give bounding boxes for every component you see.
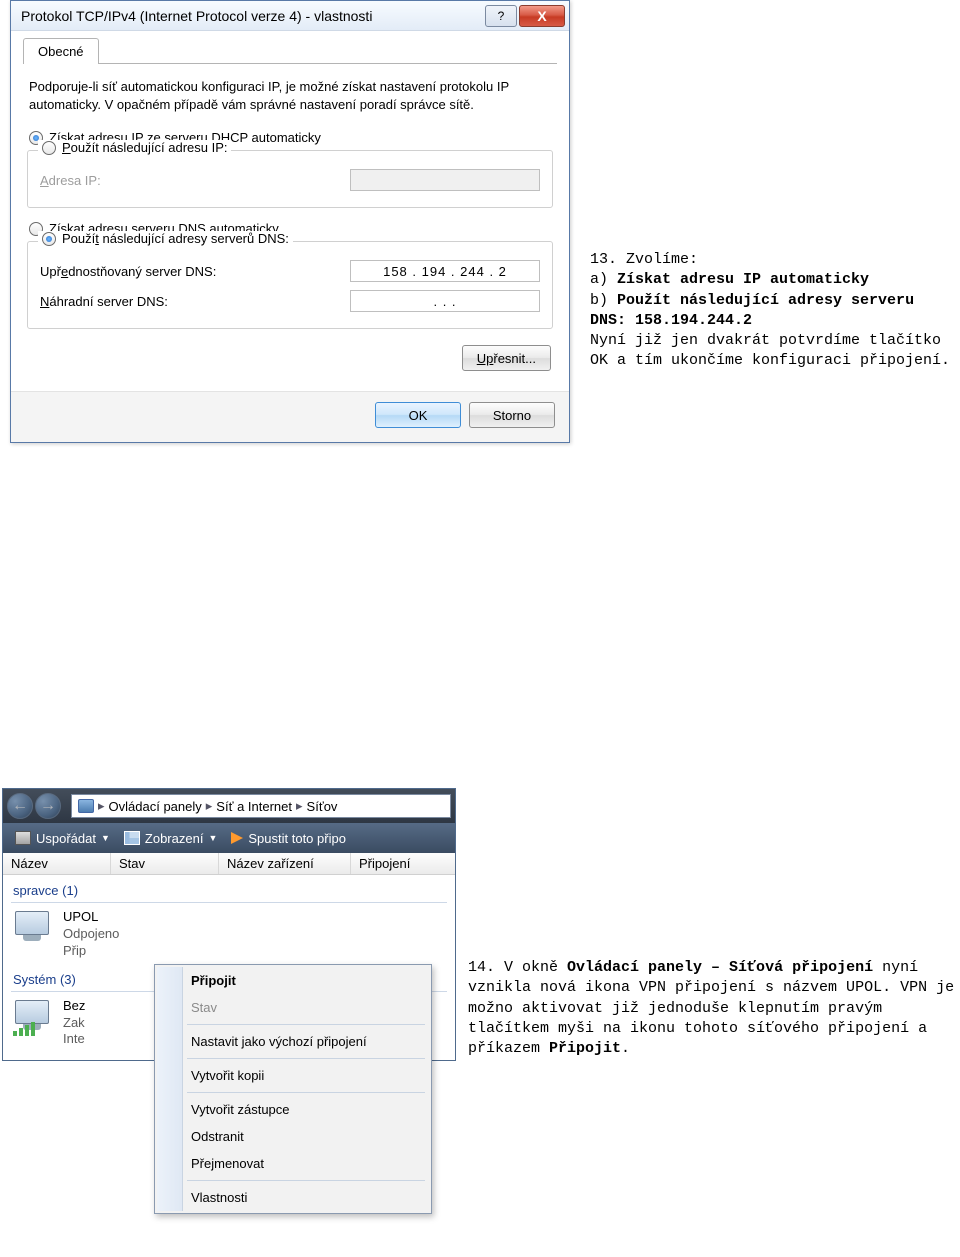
tcpip-properties-dialog: Protokol TCP/IPv4 (Internet Protocol ver… xyxy=(10,0,570,443)
menu-item-copy[interactable]: Vytvořit kopii xyxy=(157,1062,429,1089)
radio-ip-manual-label: Použít následující adresu IP: xyxy=(62,140,227,155)
organize-menu[interactable]: Uspořádat ▼ xyxy=(9,831,116,846)
radio-dns-manual-label: Použít následující adresy serverů DNS: xyxy=(62,231,289,246)
ip-address-label: Adresa IP: xyxy=(40,173,101,188)
menu-item-delete[interactable]: Odstranit xyxy=(157,1123,429,1150)
breadcrumb-part[interactable]: Ovládací panely xyxy=(109,799,202,814)
dns-alt-row: Náhradní server DNS: . . . xyxy=(38,286,542,316)
step-14-text: 14. V okně Ovládací panely – Síťová přip… xyxy=(468,958,958,1059)
dns-alt-label: Náhradní server DNS: xyxy=(40,294,168,309)
chevron-right-icon: ▸ xyxy=(296,798,303,814)
intro-text: Podporuje-li síť automatickou konfigurac… xyxy=(23,74,557,127)
menu-item-rename[interactable]: Přejmenovat xyxy=(157,1150,429,1177)
cancel-button[interactable]: Storno xyxy=(469,402,555,428)
menu-item-connect[interactable]: Připojit xyxy=(157,967,429,994)
start-connection-button[interactable]: Spustit toto připo xyxy=(225,831,352,846)
breadcrumb-part[interactable]: Síťov xyxy=(307,799,338,814)
menu-item-status: Stav xyxy=(157,994,429,1021)
explorer-toolbar: Uspořádat ▼ Zobrazení ▼ Spustit toto při… xyxy=(3,823,455,853)
tabs: Obecné xyxy=(23,37,557,64)
connection-type: Inte xyxy=(63,1031,85,1048)
ip-manual-group: Použít následující adresu IP: Adresa IP: xyxy=(27,150,553,208)
dns-preferred-row: Upřednostňovaný server DNS: 158 . 194 . … xyxy=(38,256,542,286)
menu-separator xyxy=(187,1024,425,1025)
col-connection[interactable]: Připojení xyxy=(351,853,455,874)
explorer-titlebar: ← → ▸ Ovládací panely ▸ Síť a Internet ▸… xyxy=(3,789,455,823)
radio-icon xyxy=(42,232,56,246)
connection-name: UPOL xyxy=(63,909,119,926)
ip-address-row: Adresa IP: xyxy=(38,165,542,195)
dialog-body: Obecné Podporuje-li síť automatickou kon… xyxy=(11,31,569,391)
connection-upol[interactable]: UPOL Odpojeno Přip xyxy=(11,907,447,962)
views-icon xyxy=(124,831,140,845)
chevron-down-icon: ▼ xyxy=(101,833,110,843)
connection-name: Bez xyxy=(63,998,85,1015)
close-button[interactable]: X xyxy=(519,5,565,27)
col-status[interactable]: Stav xyxy=(111,853,219,874)
step-13-text: 13. Zvolíme: a) Získat adresu IP automat… xyxy=(590,250,952,372)
arrow-right-icon xyxy=(231,832,243,844)
menu-item-properties[interactable]: Vlastnosti xyxy=(157,1184,429,1211)
advanced-button[interactable]: Upřesnit... xyxy=(462,345,551,371)
radio-ip-manual-row[interactable]: Použít následující adresu IP: xyxy=(38,140,231,155)
menu-separator xyxy=(187,1180,425,1181)
ip-address-input xyxy=(350,169,540,191)
close-icon: X xyxy=(537,8,546,24)
connection-icon xyxy=(13,998,55,1036)
col-name[interactable]: Název xyxy=(3,853,111,874)
dialog-footer: OK Storno xyxy=(11,391,569,442)
advanced-row: Upřesnit... xyxy=(23,339,557,377)
organize-icon xyxy=(15,831,31,845)
group-divider xyxy=(11,902,447,903)
help-icon: ? xyxy=(498,9,505,23)
col-device[interactable]: Název zařízení xyxy=(219,853,351,874)
chevron-down-icon: ▼ xyxy=(208,833,217,843)
breadcrumb-part[interactable]: Síť a Internet xyxy=(216,799,292,814)
dns-alt-input[interactable]: . . . xyxy=(350,290,540,312)
help-button[interactable]: ? xyxy=(485,5,517,27)
menu-separator xyxy=(187,1092,425,1093)
titlebar-buttons: ? X xyxy=(483,5,565,27)
connection-state: Odpojeno xyxy=(63,926,119,943)
menu-item-shortcut[interactable]: Vytvořit zástupce xyxy=(157,1096,429,1123)
folder-icon xyxy=(78,799,94,813)
dns-preferred-label: Upřednostňovaný server DNS: xyxy=(40,264,216,279)
radio-dns-manual-row[interactable]: Použít následující adresy serverů DNS: xyxy=(38,231,293,246)
nav-back-button[interactable]: ← xyxy=(7,793,33,819)
connection-type: Přip xyxy=(63,943,119,960)
radio-icon xyxy=(42,141,56,155)
context-menu: Připojit Stav Nastavit jako výchozí přip… xyxy=(154,964,432,1214)
nav-forward-button[interactable]: → xyxy=(35,793,61,819)
chevron-right-icon: ▸ xyxy=(206,798,213,814)
dialog-title: Protokol TCP/IPv4 (Internet Protocol ver… xyxy=(21,8,483,24)
menu-item-set-default[interactable]: Nastavit jako výchozí připojení xyxy=(157,1028,429,1055)
views-menu[interactable]: Zobrazení ▼ xyxy=(118,831,223,846)
dns-preferred-input[interactable]: 158 . 194 . 244 . 2 xyxy=(350,260,540,282)
ok-button[interactable]: OK xyxy=(375,402,461,428)
group-header[interactable]: spravce (1) xyxy=(11,879,447,900)
dialog-titlebar[interactable]: Protokol TCP/IPv4 (Internet Protocol ver… xyxy=(11,1,569,31)
address-bar[interactable]: ▸ Ovládací panely ▸ Síť a Internet ▸ Síť… xyxy=(71,794,451,818)
menu-separator xyxy=(187,1058,425,1059)
dns-manual-group: Použít následující adresy serverů DNS: U… xyxy=(27,241,553,329)
connection-icon xyxy=(13,909,55,947)
column-headers: Název Stav Název zařízení Připojení xyxy=(3,853,455,875)
chevron-right-icon: ▸ xyxy=(98,798,105,814)
tab-general[interactable]: Obecné xyxy=(23,38,99,64)
connection-state: Zak xyxy=(63,1015,85,1032)
